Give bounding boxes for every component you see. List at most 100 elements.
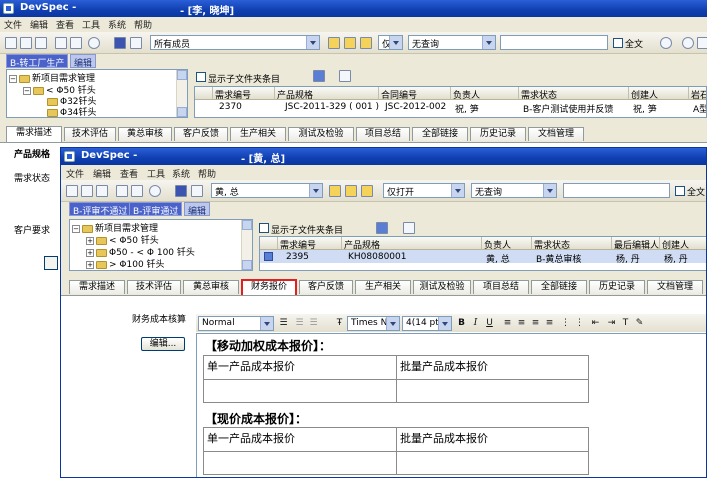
grid-cell[interactable]: JSC-2012-002 [383, 101, 448, 113]
font-select[interactable]: Times Ne [347, 316, 400, 331]
filter-edit-icon[interactable] [345, 185, 357, 197]
grid-cell[interactable]: 2370 [217, 101, 244, 113]
menu-help[interactable]: 帮助 [198, 167, 216, 180]
grid-cell[interactable]: 杨, 丹 [662, 251, 690, 263]
show-subfolder-checkbox[interactable] [196, 72, 206, 82]
align-center-icon[interactable]: ≡ [516, 318, 527, 329]
table-cell[interactable]: 单一产品成本报价 [204, 356, 397, 380]
rich-text-editor[interactable]: 【移动加权成本报价】： 单一产品成本报价 批量产品成本报价 【现价成本报价】： … [196, 333, 706, 477]
refresh-icon[interactable] [5, 37, 17, 49]
print-icon[interactable] [130, 37, 142, 49]
open-filter-select[interactable]: 仅打开 [378, 35, 403, 50]
filter-edit-icon[interactable] [344, 37, 356, 49]
list-number-icon[interactable]: ⋮ [574, 318, 585, 329]
justify-icon[interactable]: ≡ [544, 318, 555, 329]
member-filter-select[interactable]: 所有成员 [150, 35, 320, 50]
grid-header[interactable]: 产品规格 [342, 237, 482, 250]
menu-file[interactable]: 文件 [4, 18, 22, 31]
align-left-icon[interactable]: ≡ [502, 318, 513, 329]
document-new-icon[interactable] [96, 185, 108, 197]
menu-system[interactable]: 系统 [172, 167, 190, 180]
print-icon[interactable] [191, 185, 203, 197]
clear-icon[interactable] [660, 37, 672, 49]
align-right-icon[interactable]: ≡ [530, 318, 541, 329]
style-select[interactable]: Normal [198, 316, 274, 331]
grid-header[interactable]: 需求状态 [519, 87, 629, 100]
query-filter-select[interactable]: 无查询 [471, 183, 557, 198]
list-bullet-icon[interactable]: ⋮ [560, 318, 571, 329]
layout-icon[interactable] [339, 70, 351, 82]
table-cell[interactable] [204, 452, 397, 474]
menu-edit[interactable]: 编辑 [93, 167, 111, 180]
menu-view[interactable]: 查看 [56, 18, 74, 31]
outdent-icon[interactable]: ☰ [294, 318, 305, 329]
filter-icon[interactable] [329, 185, 341, 197]
filter-icon[interactable] [328, 37, 340, 49]
tree-item[interactable]: + > Φ100 钎头 [86, 257, 165, 270]
search-input[interactable] [563, 183, 670, 198]
back-edit-stub[interactable] [44, 256, 58, 270]
review-pass-button[interactable]: B-评审通过 [129, 202, 183, 217]
tab-docs[interactable]: 文档管理 [528, 127, 584, 141]
grid-header[interactable]: 合同编号 [379, 87, 451, 100]
grid-cell[interactable]: A型 [691, 101, 706, 113]
tab-tech-eval[interactable]: 技术评估 [64, 127, 116, 141]
grid-header[interactable]: 岩石 [689, 87, 706, 100]
back-edit-button[interactable]: 编辑 [70, 54, 97, 69]
grid-header[interactable]: 产品规格 [275, 87, 379, 100]
tree-scrollbar[interactable] [241, 220, 252, 270]
tree-scrollbar[interactable] [176, 70, 187, 117]
document-icon[interactable] [81, 185, 93, 197]
grid-cell[interactable]: KH08080001 [346, 251, 408, 263]
grid-cell[interactable]: 祝, 笋 [631, 101, 659, 113]
tab-feedback[interactable]: 客户反馈 [174, 127, 228, 141]
grid-header[interactable]: 需求编号 [278, 237, 342, 250]
tab-production[interactable]: 生产相关 [355, 280, 411, 294]
search-icon[interactable] [682, 37, 694, 49]
tab-history[interactable]: 历史记录 [589, 280, 645, 294]
view-icon[interactable] [313, 70, 325, 82]
grid-header[interactable]: 创建人 [660, 237, 706, 250]
tab-requirement[interactable]: 需求描述 [6, 126, 62, 142]
menu-system[interactable]: 系统 [108, 18, 126, 31]
grid-header[interactable]: 最后编辑人 [612, 237, 660, 250]
query-icon[interactable] [360, 37, 372, 49]
table-cell[interactable] [204, 380, 397, 402]
save-icon[interactable] [114, 37, 126, 49]
tab-production[interactable]: 生产相关 [230, 127, 286, 141]
grid-cell[interactable]: 黄, 总 [484, 251, 512, 263]
grid-cell[interactable]: B-客户测试使用并反馈 [521, 101, 615, 113]
tab-requirement[interactable]: 需求描述 [69, 280, 125, 294]
view-icon[interactable] [376, 222, 388, 234]
tab-review[interactable]: 黄总审核 [183, 280, 239, 294]
query-icon[interactable] [361, 185, 373, 197]
menu-help[interactable]: 帮助 [134, 18, 152, 31]
grid-icon[interactable] [55, 37, 67, 49]
refresh-icon[interactable] [66, 185, 78, 197]
search-options-icon[interactable] [697, 37, 707, 49]
indent-left-icon[interactable]: ⇤ [590, 318, 601, 329]
review-reject-button[interactable]: B-评审不通过 [69, 202, 132, 217]
grid-header[interactable]: 负责人 [451, 87, 519, 100]
globe-icon[interactable] [149, 185, 161, 197]
menu-edit[interactable]: 编辑 [30, 18, 48, 31]
bold-icon[interactable]: B [456, 318, 467, 329]
tab-docs[interactable]: 文档管理 [647, 280, 703, 294]
menu-tools[interactable]: 工具 [147, 167, 165, 180]
grid-header[interactable]: 需求状态 [532, 237, 612, 250]
globe-icon[interactable] [88, 37, 100, 49]
tab-feedback[interactable]: 客户反馈 [299, 280, 353, 294]
grid-cell[interactable]: 2395 [284, 251, 311, 263]
tab-tech-eval[interactable]: 技术评估 [127, 280, 181, 294]
document-new-icon[interactable] [35, 37, 47, 49]
tab-testing[interactable]: 测试及检验 [288, 127, 354, 141]
indent-right-icon[interactable]: ⇥ [606, 318, 617, 329]
text-color-icon[interactable]: T [620, 318, 631, 329]
tab-summary[interactable]: 项目总结 [473, 280, 529, 294]
grid-cell[interactable]: B-黄总审核 [534, 251, 583, 263]
tab-summary[interactable]: 项目总结 [356, 127, 410, 141]
transfer-production-button[interactable]: B-转工厂生产 [6, 54, 69, 69]
query-filter-select[interactable]: 无查询 [408, 35, 496, 50]
member-filter-select[interactable]: 黄, 总 [211, 183, 323, 198]
menu-tools[interactable]: 工具 [82, 18, 100, 31]
